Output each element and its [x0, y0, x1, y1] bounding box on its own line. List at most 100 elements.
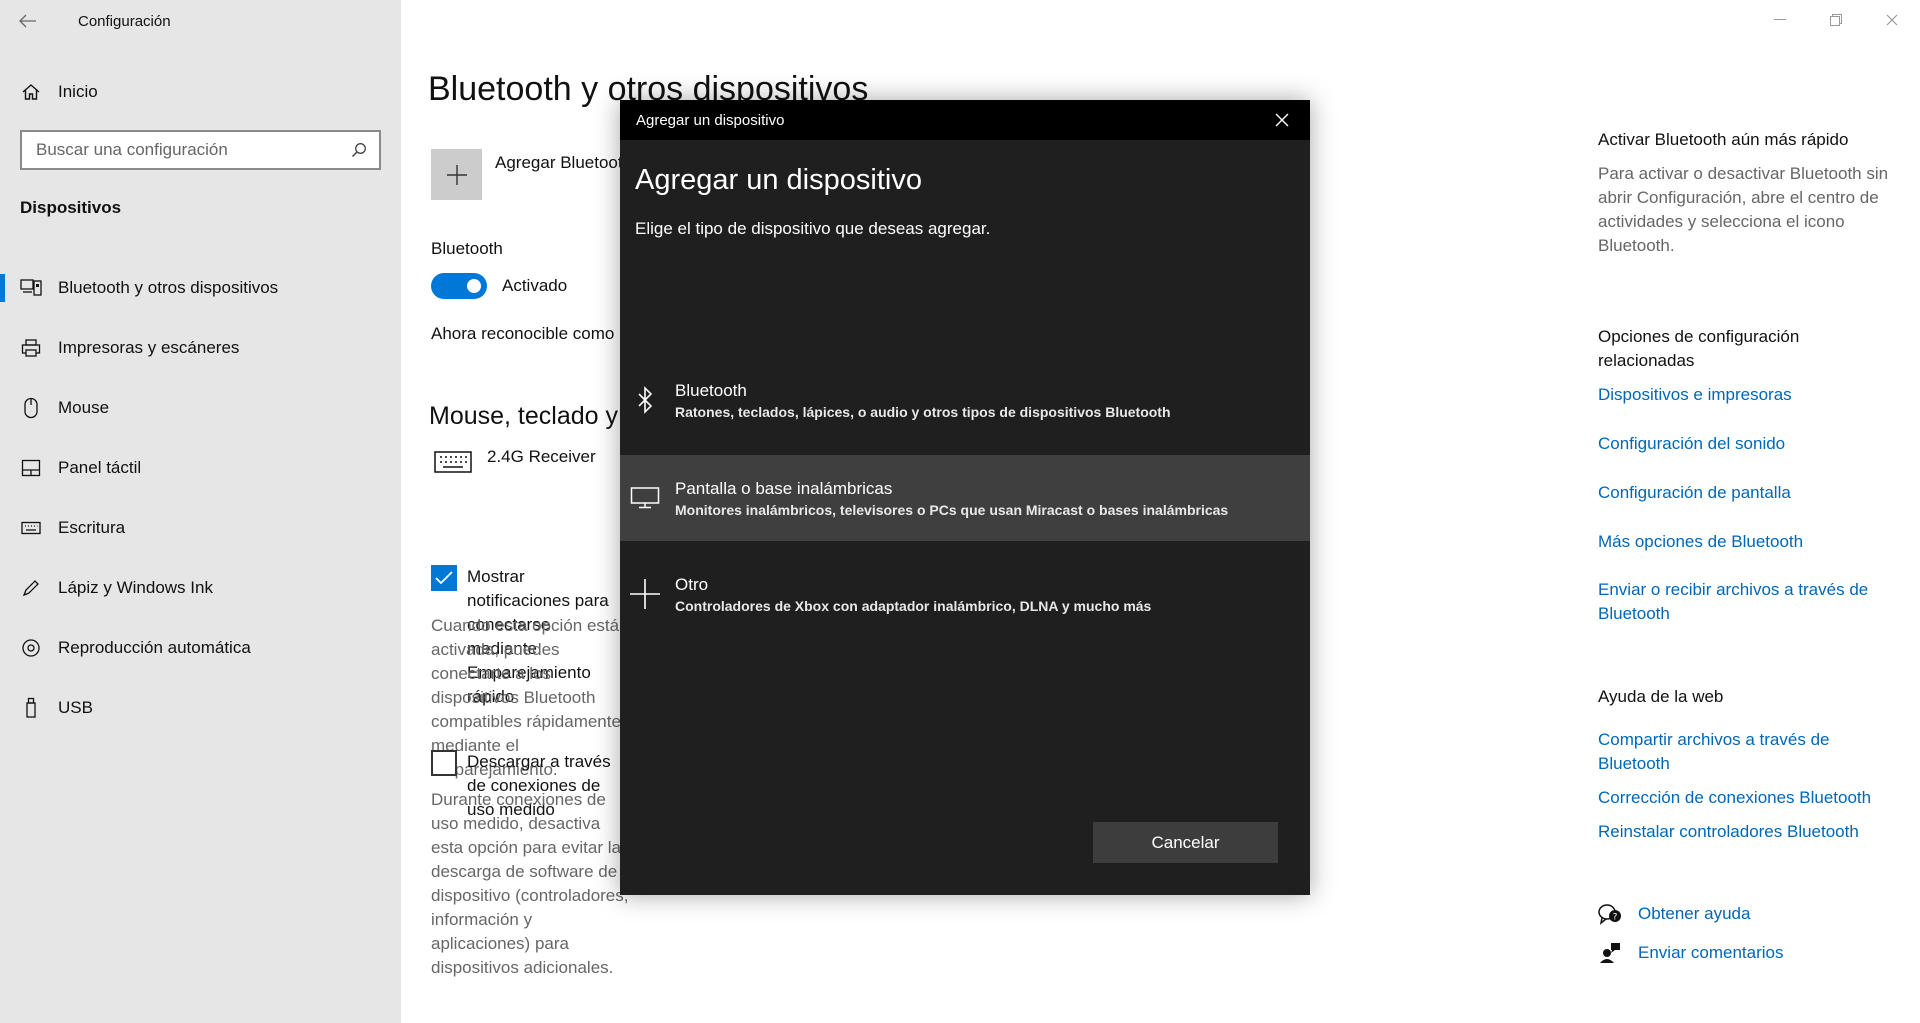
restore-button[interactable] [1808, 0, 1864, 40]
feedback-icon [1598, 941, 1622, 965]
bluetooth-label: Bluetooth [431, 239, 503, 258]
dialog-window-title: Agregar un dispositivo [636, 111, 785, 129]
back-arrow-icon [19, 14, 36, 28]
link-devices-printers[interactable]: Dispositivos e impresoras [1598, 383, 1898, 407]
get-help-label: Obtener ayuda [1638, 904, 1751, 923]
home-label: Inicio [58, 82, 98, 101]
link-share-files[interactable]: Compartir archivos a través de Bluetooth [1598, 728, 1898, 776]
sidebar-item-touchpad[interactable]: Panel táctil [0, 438, 401, 498]
toggle-state-label: Activado [502, 276, 568, 295]
sidebar-item-pen[interactable]: Lápiz y Windows Ink [0, 558, 401, 618]
sidebar-item-bluetooth[interactable]: Bluetooth y otros dispositivos [0, 258, 401, 318]
dialog-heading: Agregar un dispositivo [635, 164, 922, 196]
sidebar-item-label: Escritura [58, 518, 126, 537]
sidebar-item-typing[interactable]: Escritura [0, 498, 401, 558]
monitor-icon [630, 483, 660, 513]
option-bluetooth[interactable]: Bluetooth Ratones, teclados, lápices, o … [620, 357, 1310, 443]
back-button[interactable] [0, 0, 56, 42]
sidebar-item-printers[interactable]: Impresoras y escáneres [0, 318, 401, 378]
sidebar-nav: Bluetooth y otros dispositivos Impresora… [0, 258, 401, 738]
feedback-label: Enviar comentarios [1638, 943, 1784, 962]
sidebar-item-label: Lápiz y Windows Ink [58, 578, 213, 597]
sidebar-item-usb[interactable]: USB [0, 678, 401, 738]
dialog-title-bar: Agregar un dispositivo [620, 100, 1310, 140]
discoverable-text: Ahora reconocible como [431, 324, 615, 343]
sidebar-item-label: Panel táctil [58, 458, 142, 477]
sidebar: Configuración Inicio Dispositivos Blueto… [0, 0, 401, 1023]
sidebar-item-label: Bluetooth y otros dispositivos [58, 278, 279, 297]
mouse-icon [20, 397, 42, 419]
app-title: Configuración [78, 12, 171, 30]
cancel-button[interactable]: Cancelar [1093, 822, 1278, 863]
option-detail: Ratones, teclados, lápices, o audio y ot… [675, 403, 1171, 420]
sidebar-item-label: Impresoras y escáneres [58, 338, 240, 357]
option-name: Bluetooth [675, 380, 747, 400]
option-detail: Controladores de Xbox con adaptador inal… [675, 597, 1152, 614]
pen-icon [20, 577, 42, 599]
minimize-button[interactable] [1752, 0, 1808, 40]
option-other[interactable]: Otro Controladores de Xbox con adaptador… [620, 551, 1310, 637]
add-device-dialog: Agregar un dispositivo Agregar un dispos… [620, 100, 1310, 895]
link-fix-connections[interactable]: Corrección de conexiones Bluetooth [1598, 786, 1898, 810]
printer-icon [20, 337, 42, 359]
plus-icon [446, 164, 467, 185]
download-checkbox[interactable] [431, 750, 457, 776]
option-text: Pantalla o base inalámbricas Monitores i… [675, 479, 1228, 518]
sidebar-item-label: USB [58, 698, 93, 717]
window-controls [1752, 0, 1920, 40]
close-icon [1275, 113, 1289, 127]
close-window-button[interactable] [1864, 0, 1920, 40]
device-name: 2.4G Receiver [487, 447, 596, 466]
bluetooth-toggle[interactable] [431, 273, 487, 299]
quick-text: Para activar o desactivar Bluetooth sin … [1598, 164, 1889, 255]
search-input[interactable] [36, 140, 351, 160]
option-name: Pantalla o base inalámbricas [675, 478, 893, 498]
feedback-link[interactable]: Enviar comentarios [1598, 941, 1784, 965]
get-help-link[interactable]: ? Obtener ayuda [1598, 902, 1750, 926]
sidebar-item-mouse[interactable]: Mouse [0, 378, 401, 438]
link-display-settings[interactable]: Configuración de pantalla [1598, 481, 1898, 505]
usb-icon [20, 697, 42, 719]
quick-heading: Activar Bluetooth aún más rápido [1598, 130, 1849, 149]
option-text: Bluetooth Ratones, teclados, lápices, o … [675, 381, 1171, 420]
dialog-close-button[interactable] [1254, 100, 1310, 140]
add-box [431, 149, 482, 200]
link-reinstall-drivers[interactable]: Reinstalar controladores Bluetooth [1598, 820, 1898, 844]
home-icon [20, 81, 42, 103]
search-box[interactable] [20, 130, 381, 170]
option-text: Otro Controladores de Xbox con adaptador… [675, 575, 1151, 614]
notifications-checkbox[interactable] [431, 565, 457, 591]
link-sound-settings[interactable]: Configuración del sonido [1598, 432, 1898, 456]
minimize-icon [1774, 19, 1786, 20]
dialog-subtitle: Elige el tipo de dispositivo que deseas … [635, 219, 991, 238]
option-detail: Monitores inalámbricos, televisores o PC… [675, 501, 1229, 518]
title-bar: Configuración [0, 0, 171, 42]
section-title: Dispositivos [20, 198, 122, 217]
touchpad-icon [20, 457, 42, 479]
download-description: Durante conexiones de uso medido, desact… [431, 790, 629, 977]
search-icon [351, 143, 366, 158]
keyboard-icon [434, 451, 472, 473]
checkmark-icon [435, 571, 453, 585]
svg-text:?: ? [1613, 913, 1618, 923]
link-send-receive-files[interactable]: Enviar o recibir archivos a través de Bl… [1598, 578, 1898, 626]
option-wireless-display[interactable]: Pantalla o base inalámbricas Monitores i… [620, 455, 1310, 541]
autoplay-icon [20, 637, 42, 659]
bluetooth-icon [630, 385, 660, 415]
home-link[interactable]: Inicio [20, 78, 98, 106]
sidebar-item-label: Reproducción automática [58, 638, 251, 657]
sidebar-item-label: Mouse [58, 398, 110, 417]
web-help-heading: Ayuda de la web [1598, 687, 1724, 706]
link-more-bluetooth[interactable]: Más opciones de Bluetooth [1598, 530, 1898, 554]
sidebar-item-autoplay[interactable]: Reproducción automática [0, 618, 401, 678]
plus-icon [630, 579, 660, 609]
bluetooth-toggle-row: Activado [431, 273, 567, 299]
related-heading: Opciones de configuración relacionadas [1598, 327, 1800, 370]
option-name: Otro [675, 574, 709, 594]
device-item[interactable]: 2.4G Receiver [433, 447, 596, 475]
close-icon [1886, 14, 1898, 26]
keyboard-icon [20, 517, 42, 539]
bluetooth-devices-icon [20, 277, 42, 299]
chat-help-icon: ? [1598, 902, 1622, 926]
restore-icon [1830, 14, 1842, 26]
